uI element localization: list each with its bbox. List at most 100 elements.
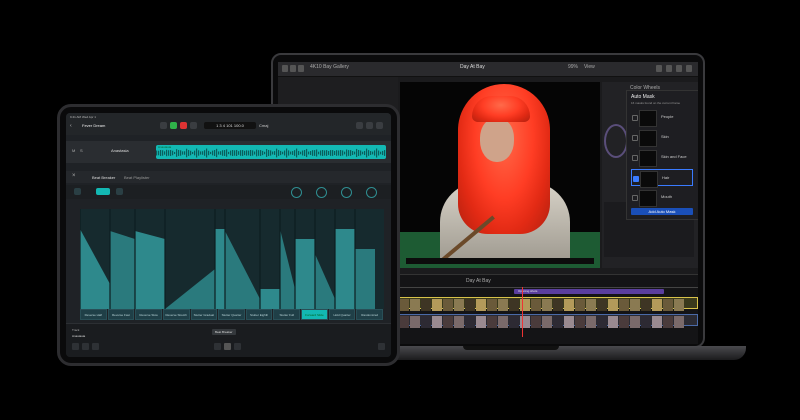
- waveform-bar: [268, 150, 270, 156]
- zoom-label[interactable]: 99%: [568, 64, 578, 70]
- browser-toggle-icon[interactable]: [666, 65, 672, 72]
- waveform-bar: [336, 150, 338, 156]
- repeat-knob[interactable]: [316, 187, 327, 198]
- slice-shape[interactable]: [295, 239, 315, 309]
- clip-thumbnail: [476, 299, 486, 311]
- mask-item-hair[interactable]: Hair: [631, 169, 693, 188]
- mask-item-mouth[interactable]: Mouth: [631, 189, 693, 207]
- pattern-pad[interactable]: Hold Quarter: [328, 309, 356, 320]
- more-icon[interactable]: [376, 122, 383, 129]
- clip-thumbnail: [575, 299, 585, 311]
- view-menu[interactable]: View: [584, 64, 595, 70]
- check-icon[interactable]: [298, 65, 304, 72]
- clip-thumbnail: [476, 316, 486, 328]
- waveform-bar: [328, 151, 330, 155]
- cycle-button[interactable]: [190, 122, 197, 129]
- back-chevron-icon[interactable]: ‹: [70, 123, 72, 129]
- checkbox[interactable]: [632, 115, 638, 121]
- slice-shape[interactable]: [225, 231, 260, 309]
- library-icon[interactable]: [72, 343, 79, 350]
- mix-knob[interactable]: [291, 187, 302, 198]
- keyword-icon[interactable]: [290, 65, 296, 72]
- import-icon[interactable]: [282, 65, 288, 72]
- checkbox[interactable]: [632, 155, 638, 161]
- viewer[interactable]: [400, 82, 600, 268]
- close-icon[interactable]: ×: [72, 173, 76, 179]
- slice-shape[interactable]: [335, 229, 355, 309]
- eq-icon[interactable]: [234, 343, 241, 350]
- slice-shape[interactable]: [165, 269, 215, 309]
- add-auto-mask-button[interactable]: Add Auto Mask: [631, 208, 693, 215]
- track-mute-icon[interactable]: M: [72, 148, 75, 153]
- plugin-icon[interactable]: [224, 343, 231, 350]
- browser-icon[interactable]: [82, 343, 89, 350]
- pattern-pad[interactable]: Randomized Shuffle: [356, 309, 383, 327]
- waveform-bar: [280, 150, 282, 156]
- person-face: [480, 118, 514, 162]
- beat-breaker-chip[interactable]: Beat Breaker: [212, 329, 236, 335]
- pattern-pad[interactable]: Stutter Eighth: [245, 309, 273, 320]
- waveform-bar: [164, 151, 166, 155]
- slice-shape[interactable]: [260, 289, 280, 309]
- waveform-bar: [176, 149, 178, 157]
- mask-item-skin-and-face[interactable]: Skin and Face: [631, 149, 693, 167]
- audio-region[interactable]: Anastasia: [156, 145, 386, 159]
- stop-button[interactable]: [160, 122, 167, 129]
- edit-mode-button[interactable]: [96, 188, 110, 195]
- track-row[interactable]: M S Anastasia Anastasia: [66, 141, 391, 163]
- pattern-pad[interactable]: Stutter Gradual: [190, 309, 218, 320]
- waveform: [156, 148, 386, 158]
- pattern-pad[interactable]: Stutter Quarter: [218, 309, 245, 320]
- clip-thumbnail: [432, 299, 442, 311]
- waveform-bar: [240, 150, 242, 156]
- lcd-display[interactable]: 1 3 4 101 100.0: [204, 122, 256, 129]
- waveform-bar: [296, 148, 298, 158]
- pattern-pad[interactable]: Reverse Fast: [107, 309, 135, 320]
- clip-thumbnail: [542, 299, 552, 311]
- pattern-icon[interactable]: [116, 188, 123, 195]
- checkbox[interactable]: [632, 135, 638, 141]
- mask-item-skin[interactable]: Skin: [631, 129, 693, 147]
- mask-item-people[interactable]: People: [631, 109, 693, 127]
- slice-shape[interactable]: [80, 229, 110, 309]
- output-knob[interactable]: [366, 187, 377, 198]
- plugin-preset[interactable]: Beat Playlister: [124, 175, 150, 180]
- playhead[interactable]: [522, 287, 523, 337]
- waveform-bar: [246, 150, 248, 156]
- pattern-pad[interactable]: Reverse Half: [80, 309, 107, 320]
- slice-shape[interactable]: [315, 254, 335, 309]
- share-icon[interactable]: [686, 65, 692, 72]
- checkbox[interactable]: [632, 195, 638, 201]
- waveform-bar: [210, 151, 212, 155]
- trash-icon[interactable]: [92, 343, 99, 350]
- logic-pro-window: 9:41 AM Wed Apr 1 ‹ Fever Dream 1 3 4 10…: [66, 113, 391, 357]
- video-clip-primary[interactable]: [398, 297, 698, 311]
- pattern-pad[interactable]: Forward Slide: [301, 309, 328, 320]
- track-solo-icon[interactable]: S: [80, 148, 83, 153]
- mixer-icon[interactable]: [366, 122, 373, 129]
- video-clip-secondary[interactable]: [398, 314, 698, 328]
- waveform-bar: [160, 150, 162, 156]
- beat-breaker-graph[interactable]: [80, 209, 384, 309]
- inspector-toggle-icon[interactable]: [656, 65, 662, 72]
- title-clip[interactable]: Opening shots: [514, 289, 664, 294]
- slice-shape[interactable]: [135, 231, 165, 309]
- pattern-pad[interactable]: Reverse Slow: [135, 309, 162, 320]
- keyboard-icon[interactable]: [378, 343, 385, 350]
- grid-icon[interactable]: [74, 188, 81, 195]
- checkbox-checked[interactable]: [633, 176, 639, 182]
- timeline-toggle-icon[interactable]: [676, 65, 682, 72]
- slice-shape[interactable]: [110, 231, 135, 309]
- settings-icon[interactable]: [356, 122, 363, 129]
- viewer-controls[interactable]: [406, 258, 594, 264]
- pencil-icon[interactable]: [214, 343, 221, 350]
- pattern-pad[interactable]: Stutter Full: [273, 309, 301, 320]
- pattern-pad[interactable]: Reverse Stretch: [162, 309, 190, 320]
- slice-shape[interactable]: [215, 229, 225, 309]
- slice-shape[interactable]: [355, 249, 375, 309]
- slice-shape[interactable]: [280, 229, 295, 309]
- rate-knob[interactable]: [341, 187, 352, 198]
- color-wheel[interactable]: [604, 124, 628, 158]
- record-button[interactable]: [180, 122, 187, 129]
- play-button[interactable]: [170, 122, 177, 129]
